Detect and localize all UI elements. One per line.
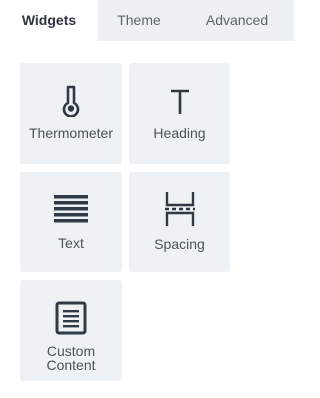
custom-content-icon: [55, 301, 87, 335]
widget-heading[interactable]: Heading: [129, 63, 230, 164]
widget-custom-content[interactable]: Custom Content: [20, 280, 122, 381]
tab-widgets[interactable]: Widgets: [0, 0, 98, 41]
spacing-icon: [164, 192, 195, 226]
tab-bar: Widgets Theme Advanced: [0, 0, 294, 41]
tab-theme[interactable]: Theme: [98, 0, 180, 41]
text-lines-icon: [54, 195, 88, 223]
widget-text[interactable]: Text: [20, 172, 122, 272]
widget-label: Thermometer: [28, 125, 114, 141]
heading-icon: [170, 89, 189, 114]
tab-advanced[interactable]: Advanced: [180, 0, 294, 41]
widget-label-line1: Custom: [46, 343, 96, 359]
widget-label: Text: [58, 235, 84, 251]
thermometer-icon: [62, 85, 80, 117]
widget-label: Heading: [153, 125, 206, 141]
widget-label-line2: Content: [46, 357, 96, 373]
widget-spacing[interactable]: Spacing: [129, 172, 230, 272]
widget-thermometer[interactable]: Thermometer: [20, 63, 122, 164]
widget-label: Spacing: [154, 236, 205, 252]
